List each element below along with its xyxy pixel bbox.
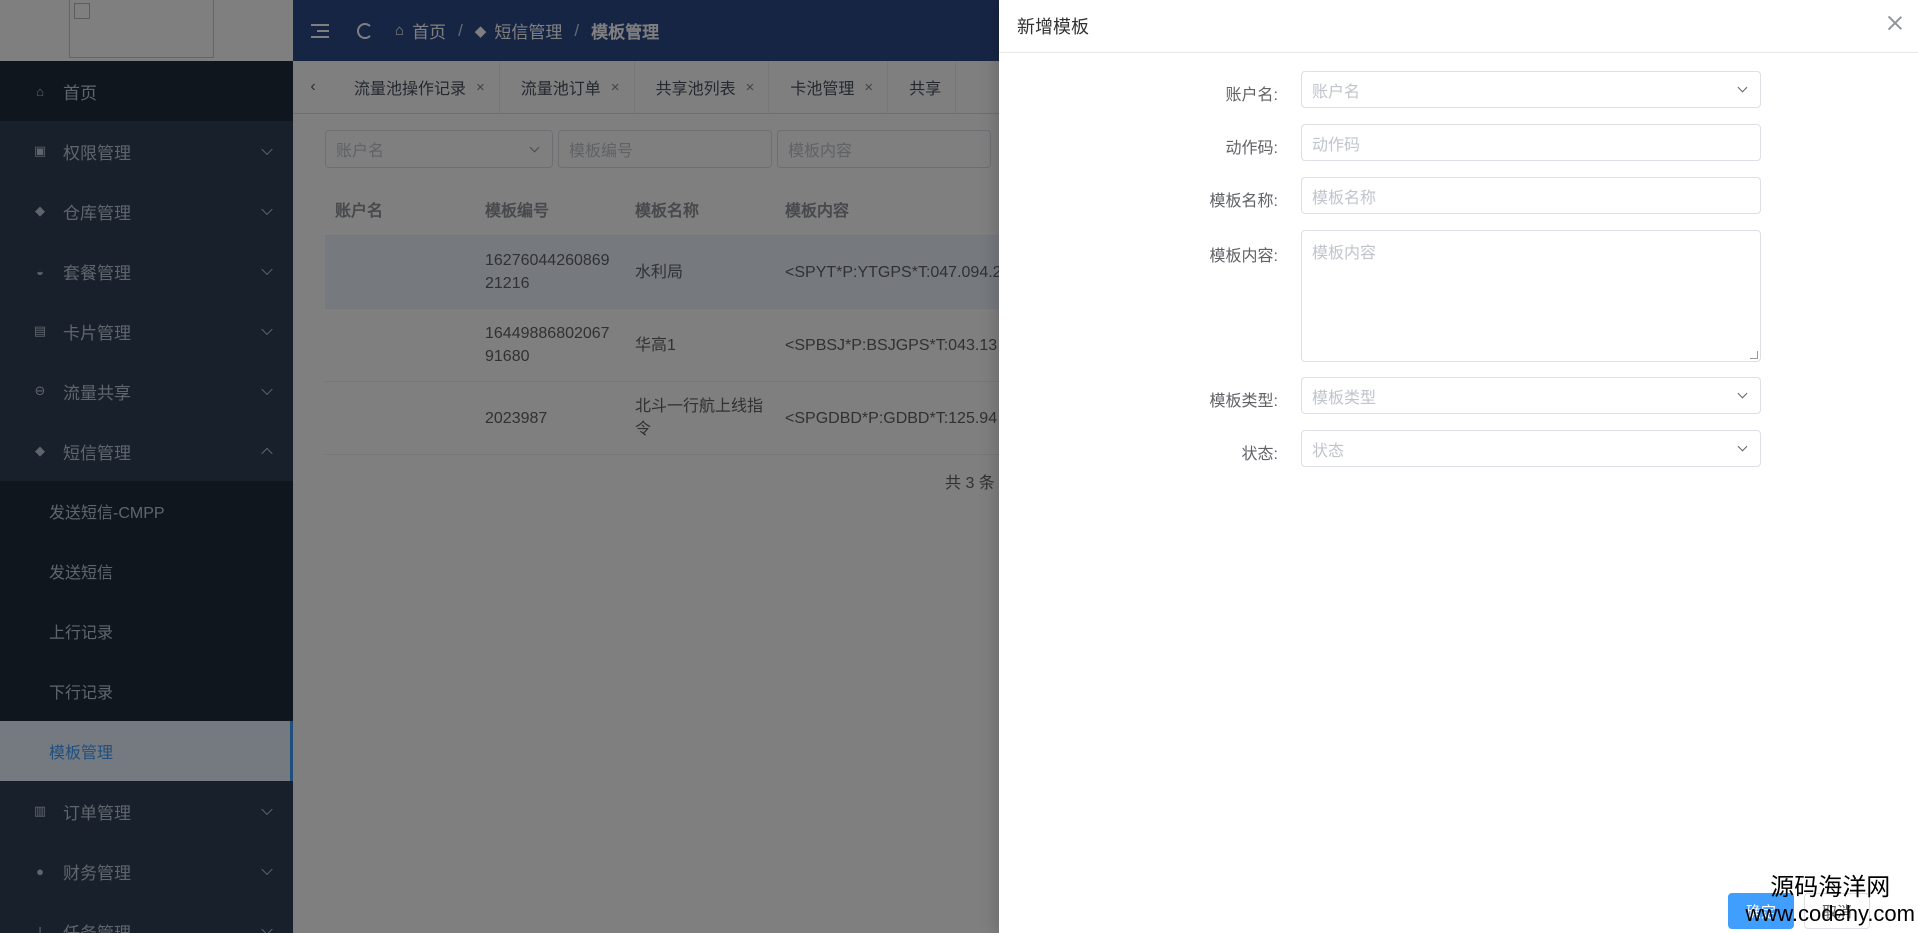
add-template-drawer: 新增模板 账户名: 账户名 动作码: 动作码 模板名称: 模板名称 模板内容: bbox=[999, 0, 1918, 933]
close-icon[interactable] bbox=[1886, 14, 1904, 32]
field-placeholder: 账户名 bbox=[1312, 83, 1361, 101]
account-select[interactable]: 账户名 bbox=[1301, 71, 1761, 108]
field-placeholder: 模板类型 bbox=[1312, 389, 1377, 407]
watermark: 源码海洋网 www.codehy.com bbox=[1745, 875, 1915, 927]
chevron-down-icon bbox=[1737, 441, 1748, 452]
field-placeholder: 动作码 bbox=[1312, 136, 1361, 154]
form-label: 状态: bbox=[1241, 446, 1278, 463]
drawer-title: 新增模板 bbox=[1017, 17, 1089, 37]
resize-handle-icon[interactable] bbox=[1750, 351, 1758, 359]
drawer-header: 新增模板 bbox=[999, 0, 1918, 53]
template-name-input[interactable]: 模板名称 bbox=[1301, 177, 1761, 214]
form-label: 账户名: bbox=[1225, 87, 1278, 104]
field-placeholder: 状态 bbox=[1312, 442, 1345, 460]
form-label: 模板名称: bbox=[1209, 193, 1278, 210]
status-select[interactable]: 状态 bbox=[1301, 430, 1761, 467]
field-placeholder: 模板名称 bbox=[1312, 189, 1377, 207]
form-label: 模板内容: bbox=[1209, 248, 1278, 265]
action-code-input[interactable]: 动作码 bbox=[1301, 124, 1761, 161]
watermark-line: 源码海洋网 bbox=[1770, 874, 1891, 901]
template-content-textarea[interactable]: 模板内容 bbox=[1301, 230, 1761, 362]
chevron-down-icon bbox=[1737, 82, 1748, 93]
chevron-down-icon bbox=[1737, 388, 1748, 399]
field-placeholder: 模板内容 bbox=[1312, 245, 1377, 262]
form-label: 模板类型: bbox=[1209, 393, 1278, 410]
template-type-select[interactable]: 模板类型 bbox=[1301, 377, 1761, 414]
form-label: 动作码: bbox=[1225, 140, 1278, 157]
watermark-line: www.codehy.com bbox=[1745, 901, 1915, 926]
